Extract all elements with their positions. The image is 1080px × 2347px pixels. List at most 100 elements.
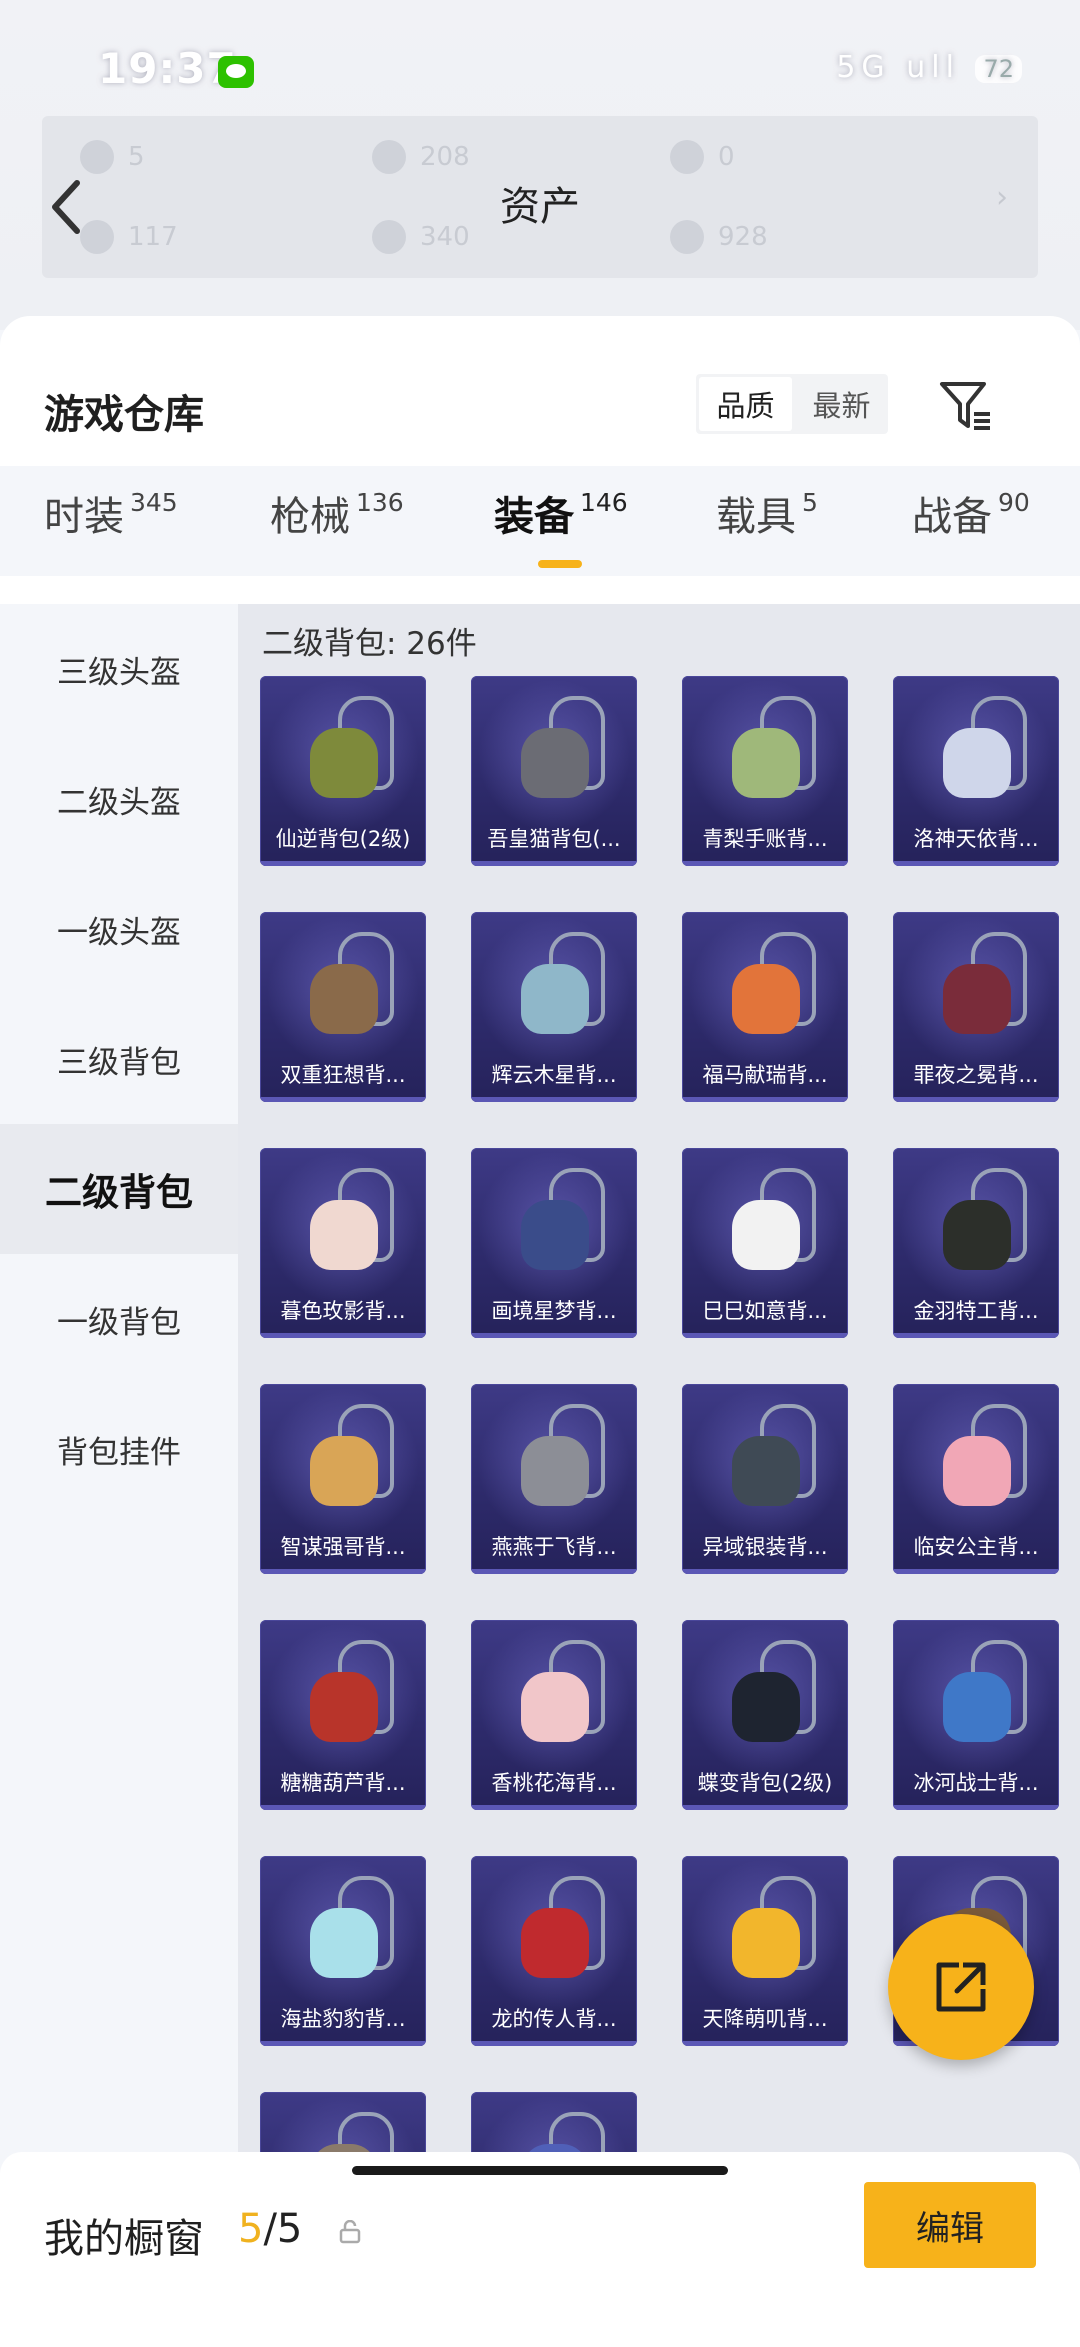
backpack-item-card[interactable]: 福马献瑞背... — [682, 912, 848, 1102]
rarity-bar — [471, 1333, 637, 1338]
backpack-item-card[interactable]: 金羽特工背... — [893, 1148, 1059, 1338]
share-button[interactable] — [888, 1914, 1034, 2060]
rarity-bar — [893, 1097, 1059, 1102]
category-tabs: 时装 345 枪械 136 装备 146 载具 5 战备 90 — [0, 466, 1080, 576]
item-name: 巳巳如意背... — [702, 1299, 828, 1323]
sidebar-item-level3-helmet[interactable]: 三级头盔 — [0, 604, 238, 734]
backpack-item-card[interactable]: 双重狂想背... — [260, 912, 426, 1102]
rarity-bar — [682, 2041, 848, 2046]
tab-equipment[interactable]: 装备 146 — [494, 484, 628, 542]
backpack-item-card[interactable]: 香桃花海背... — [471, 1620, 637, 1810]
tab-fashion[interactable]: 时装 345 — [44, 484, 178, 542]
backpack-image — [943, 1436, 1011, 1506]
rarity-bar — [471, 1805, 637, 1810]
sort-toggle: 品质 最新 — [696, 374, 888, 434]
backpack-image — [943, 728, 1011, 798]
item-name: 仙逆背包(2级) — [275, 827, 411, 851]
rarity-bar — [471, 2041, 637, 2046]
rarity-bar — [682, 861, 848, 866]
backpack-item-card[interactable]: 画境星梦背... — [471, 1148, 637, 1338]
currency-icon — [80, 140, 114, 174]
sort-quality-button[interactable]: 品质 — [699, 377, 792, 431]
backpack-image — [310, 1436, 378, 1506]
backpack-image — [732, 964, 800, 1034]
backpack-item-card[interactable]: 蝶变背包(2级) — [682, 1620, 848, 1810]
currency-icon — [372, 140, 406, 174]
backpack-item-card[interactable]: 海盐豹豹背... — [260, 1856, 426, 2046]
wechat-icon — [218, 56, 254, 88]
backpack-item-card[interactable]: 吾皇猫背包(... — [471, 676, 637, 866]
backpack-image — [732, 1908, 800, 1978]
status-indicators: 5G ull 72 — [836, 50, 1022, 85]
backpack-item-card[interactable]: 糖糖葫芦背... — [260, 1620, 426, 1810]
tab-vehicles[interactable]: 载具 5 — [716, 484, 818, 542]
backpack-item-card[interactable]: 临安公主背... — [893, 1384, 1059, 1574]
backpack-item-card[interactable]: 仙逆背包(2级) — [260, 676, 426, 866]
item-name: 冰河战士背... — [913, 1771, 1039, 1795]
showcase-slot-count: 5/5 — [238, 2206, 303, 2252]
backpack-item-card[interactable]: 冰河战士背... — [893, 1620, 1059, 1810]
backpack-image — [521, 1200, 589, 1270]
sidebar-item-level1-backpack[interactable]: 一级背包 — [0, 1254, 238, 1384]
status-time: 19:37 — [98, 44, 237, 93]
share-icon — [936, 1962, 986, 2012]
sidebar-item-level2-backpack[interactable]: 二级背包 — [0, 1124, 238, 1254]
showcase-title: 我的橱窗 — [44, 2216, 204, 2262]
status-bar: 19:37 5G ull 72 — [0, 0, 1080, 120]
grid-count-label: 二级背包: 26件 — [262, 626, 477, 662]
sidebar-item-level2-helmet[interactable]: 二级头盔 — [0, 734, 238, 864]
edit-button[interactable]: 编辑 — [864, 2182, 1036, 2268]
subcategory-sidebar: 三级头盔 二级头盔 一级头盔 三级背包 二级背包 一级背包 背包挂件 — [0, 604, 238, 2204]
backpack-image — [310, 728, 378, 798]
currency-item: 5 — [80, 140, 145, 174]
backpack-image — [310, 1200, 378, 1270]
backpack-item-card[interactable]: 龙的传人背... — [471, 1856, 637, 2046]
backpack-item-card[interactable]: 巳巳如意背... — [682, 1148, 848, 1338]
active-tab-indicator — [538, 560, 582, 568]
backpack-item-card[interactable]: 智谋强哥背... — [260, 1384, 426, 1574]
backpack-image — [732, 1672, 800, 1742]
backpack-item-card[interactable]: 洛神天依背... — [893, 676, 1059, 866]
backpack-item-card[interactable]: 辉云木星背... — [471, 912, 637, 1102]
backpack-item-card[interactable]: 燕燕于飞背... — [471, 1384, 637, 1574]
sidebar-item-level1-helmet[interactable]: 一级头盔 — [0, 864, 238, 994]
rarity-bar — [893, 1333, 1059, 1338]
filter-icon — [940, 382, 990, 430]
warehouse-title: 游戏仓库 — [44, 392, 204, 438]
backpack-image — [521, 1908, 589, 1978]
item-name: 临安公主背... — [913, 1535, 1039, 1559]
tab-supplies[interactable]: 战备 90 — [912, 484, 1030, 542]
backpack-item-card[interactable]: 天降萌叽背... — [682, 1856, 848, 2046]
sort-newest-button[interactable]: 最新 — [795, 374, 888, 434]
backpack-image — [732, 1200, 800, 1270]
backpack-image — [943, 964, 1011, 1034]
sidebar-item-backpack-pendant[interactable]: 背包挂件 — [0, 1384, 238, 1514]
item-name: 糖糖葫芦背... — [280, 1771, 406, 1795]
item-name: 画境星梦背... — [491, 1299, 617, 1323]
sidebar-item-level3-backpack[interactable]: 三级背包 — [0, 994, 238, 1124]
item-name: 海盐豹豹背... — [280, 2007, 406, 2031]
tab-firearms[interactable]: 枪械 136 — [270, 484, 404, 542]
backpack-image — [521, 1436, 589, 1506]
item-name: 双重狂想背... — [280, 1063, 406, 1087]
currency-item: 208 — [372, 140, 470, 174]
backpack-item-card[interactable]: 异域银装背... — [682, 1384, 848, 1574]
item-name: 福马献瑞背... — [702, 1063, 828, 1087]
item-name: 辉云木星背... — [491, 1063, 617, 1087]
filter-button[interactable] — [936, 376, 996, 436]
backpack-image — [310, 1908, 378, 1978]
backpack-item-card[interactable]: 罪夜之冕背... — [893, 912, 1059, 1102]
item-name: 青梨手账背... — [702, 827, 828, 851]
rarity-bar — [471, 1097, 637, 1102]
rarity-bar — [260, 861, 426, 866]
backpack-item-card[interactable]: 暮色玫影背... — [260, 1148, 426, 1338]
rarity-bar — [260, 2041, 426, 2046]
backpack-item-card[interactable]: 青梨手账背... — [682, 676, 848, 866]
item-name: 吾皇猫背包(... — [487, 827, 621, 851]
header-background: 19:37 5G ull 72 5 208 0 117 340 928 › 资产 — [0, 0, 1080, 330]
showcase-bar: 我的橱窗 5/5 编辑 — [0, 2152, 1080, 2347]
currency-item: 0 — [670, 140, 735, 174]
item-name: 燕燕于飞背... — [491, 1535, 617, 1559]
backpack-image — [521, 728, 589, 798]
backpack-image — [943, 1200, 1011, 1270]
